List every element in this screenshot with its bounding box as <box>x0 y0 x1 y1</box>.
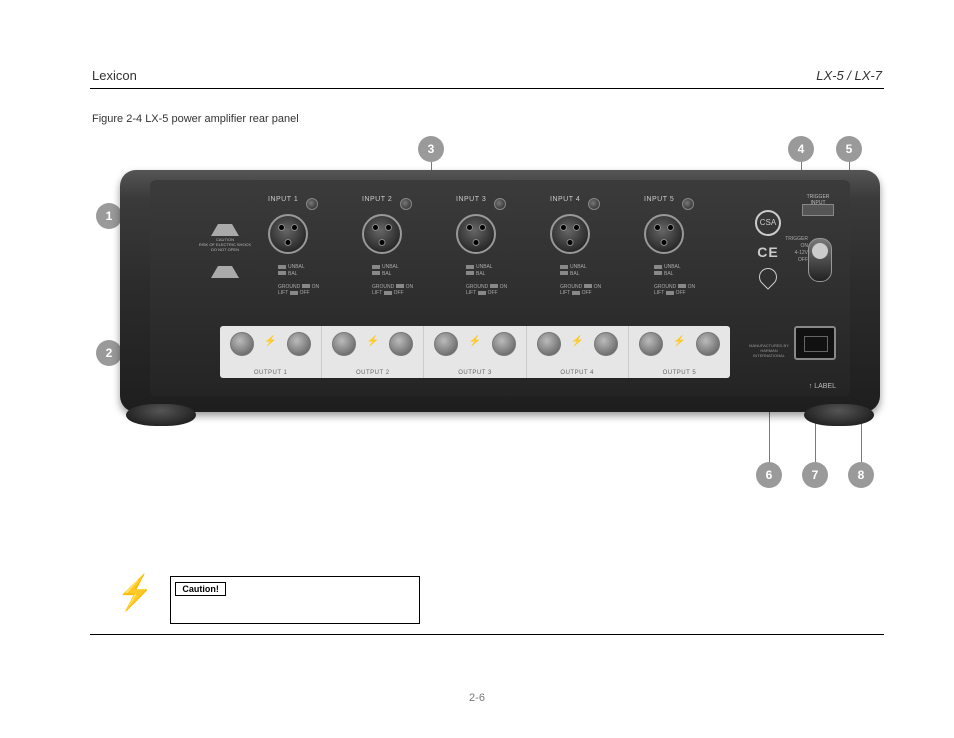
output-cell: ⚡ OUTPUT 4 <box>527 326 629 378</box>
input-label: INPUT 5 <box>644 196 674 203</box>
mode-switches[interactable]: UNBAL BAL GROUND ON LIFT OFF <box>278 264 328 297</box>
bolt-icon: ⚡ <box>673 336 685 347</box>
input-label: INPUT 2 <box>362 196 392 203</box>
binding-post-pos[interactable] <box>287 332 311 356</box>
binding-post-neg[interactable] <box>434 332 458 356</box>
chassis-foot <box>126 404 196 426</box>
xlr-jack[interactable] <box>268 214 308 254</box>
sw-off: OFF <box>300 290 310 296</box>
sw-unbal: UNBAL <box>288 264 305 270</box>
output-cell: ⚡ OUTPUT 3 <box>424 326 526 378</box>
trigger-mode-labels: TRIGGER ON 4-12V OFF <box>785 236 808 264</box>
output-label: OUTPUT 5 <box>629 370 730 376</box>
xlr-jack[interactable] <box>456 214 496 254</box>
mode-switches[interactable]: UNBAL BAL GROUND ON LIFT OFF <box>560 264 610 297</box>
output-cell: ⚡ OUTPUT 1 <box>220 326 322 378</box>
mode-switches[interactable]: UNBAL BAL GROUND ON LIFT OFF <box>372 264 422 297</box>
xlr-jack[interactable] <box>550 214 590 254</box>
ac-inlet[interactable] <box>794 326 836 360</box>
rule-bottom <box>90 634 884 635</box>
bolt-icon: ⚡ <box>571 336 583 347</box>
xlr-jack[interactable] <box>362 214 402 254</box>
caution-note: ⚡ Caution! <box>114 576 420 624</box>
xlr-jack[interactable] <box>644 214 684 254</box>
input-label: INPUT 3 <box>456 196 486 203</box>
serial-label-arrow: ↑ LABEL <box>809 383 836 390</box>
input-label: INPUT 4 <box>550 196 580 203</box>
caution-line2: DO NOT OPEN <box>190 248 260 253</box>
bolt-icon: ⚡ <box>264 336 276 347</box>
binding-post-neg[interactable] <box>639 332 663 356</box>
rca-jack[interactable] <box>306 198 318 210</box>
binding-post-pos[interactable] <box>696 332 720 356</box>
callout-8: 8 <box>848 462 874 488</box>
ctick-icon <box>755 264 780 289</box>
caution-label: CAUTION RISK OF ELECTRIC SHOCK DO NOT OP… <box>190 210 260 280</box>
chassis-foot <box>804 404 874 426</box>
callout-7: 7 <box>802 462 828 488</box>
binding-post-neg[interactable] <box>332 332 356 356</box>
certification-marks: CSA CE <box>748 210 788 290</box>
callout-3: 3 <box>418 136 444 162</box>
sw-on: ON <box>312 284 320 290</box>
callout-6: 6 <box>756 462 782 488</box>
ce-icon: CE <box>748 244 788 260</box>
mode-switches[interactable]: UNBAL BAL GROUND ON LIFT OFF <box>654 264 704 297</box>
input-label: INPUT 1 <box>268 196 298 203</box>
callout-1: 1 <box>96 203 122 229</box>
rca-jack[interactable] <box>494 198 506 210</box>
header-model: LX-5 / LX-7 <box>816 68 882 83</box>
caution-box-title: Caution! <box>175 582 226 596</box>
output-label: OUTPUT 3 <box>424 370 525 376</box>
csa-icon: CSA <box>755 210 781 236</box>
warning-triangle-icon <box>211 212 239 236</box>
rca-jack[interactable] <box>588 198 600 210</box>
binding-post-neg[interactable] <box>537 332 561 356</box>
rule-top <box>90 88 884 89</box>
binding-post-pos[interactable] <box>389 332 413 356</box>
sw-bal: BAL <box>288 271 297 277</box>
output-label: OUTPUT 1 <box>220 370 321 376</box>
rca-jack[interactable] <box>682 198 694 210</box>
amplifier-rear-panel: CAUTION RISK OF ELECTRIC SHOCK DO NOT OP… <box>120 170 880 412</box>
binding-post-pos[interactable] <box>594 332 618 356</box>
page-number: 2-6 <box>469 692 485 704</box>
output-label: OUTPUT 2 <box>322 370 423 376</box>
manual-page: Lexicon LX-5 / LX-7 Figure 2-4 LX-5 powe… <box>0 0 954 738</box>
lightning-icon: ⚡ <box>117 576 153 610</box>
bolt-icon: ⚡ <box>367 336 379 347</box>
caution-box: Caution! <box>170 576 420 624</box>
rca-jack[interactable] <box>400 198 412 210</box>
manufacturer-label: MANUFACTURED BY HARMAN INTERNATIONAL <box>744 343 794 358</box>
binding-post-pos[interactable] <box>492 332 516 356</box>
trigger-terminal[interactable] <box>802 204 834 216</box>
callout-5: 5 <box>836 136 862 162</box>
sw-lift: LIFT <box>278 290 288 296</box>
output-cell: ⚡ OUTPUT 5 <box>629 326 730 378</box>
trigger-switch[interactable] <box>808 238 832 282</box>
amp-face: CAUTION RISK OF ELECTRIC SHOCK DO NOT OP… <box>150 180 850 396</box>
speaker-output-strip: ⚡ OUTPUT 1 ⚡ OUTPUT 2 ⚡ OUTPUT 3 <box>220 326 730 378</box>
figure-caption: Figure 2-4 LX-5 power amplifier rear pan… <box>92 113 299 125</box>
callout-2: 2 <box>96 340 122 366</box>
header-brand: Lexicon <box>92 68 137 83</box>
binding-post-neg[interactable] <box>230 332 254 356</box>
sw-ground: GROUND <box>278 284 300 290</box>
bolt-icon: ⚡ <box>469 336 481 347</box>
callout-4: 4 <box>788 136 814 162</box>
output-label: OUTPUT 4 <box>527 370 628 376</box>
mode-switches[interactable]: UNBAL BAL GROUND ON LIFT OFF <box>466 264 516 297</box>
output-cell: ⚡ OUTPUT 2 <box>322 326 424 378</box>
warning-triangle-icon <box>211 254 239 278</box>
